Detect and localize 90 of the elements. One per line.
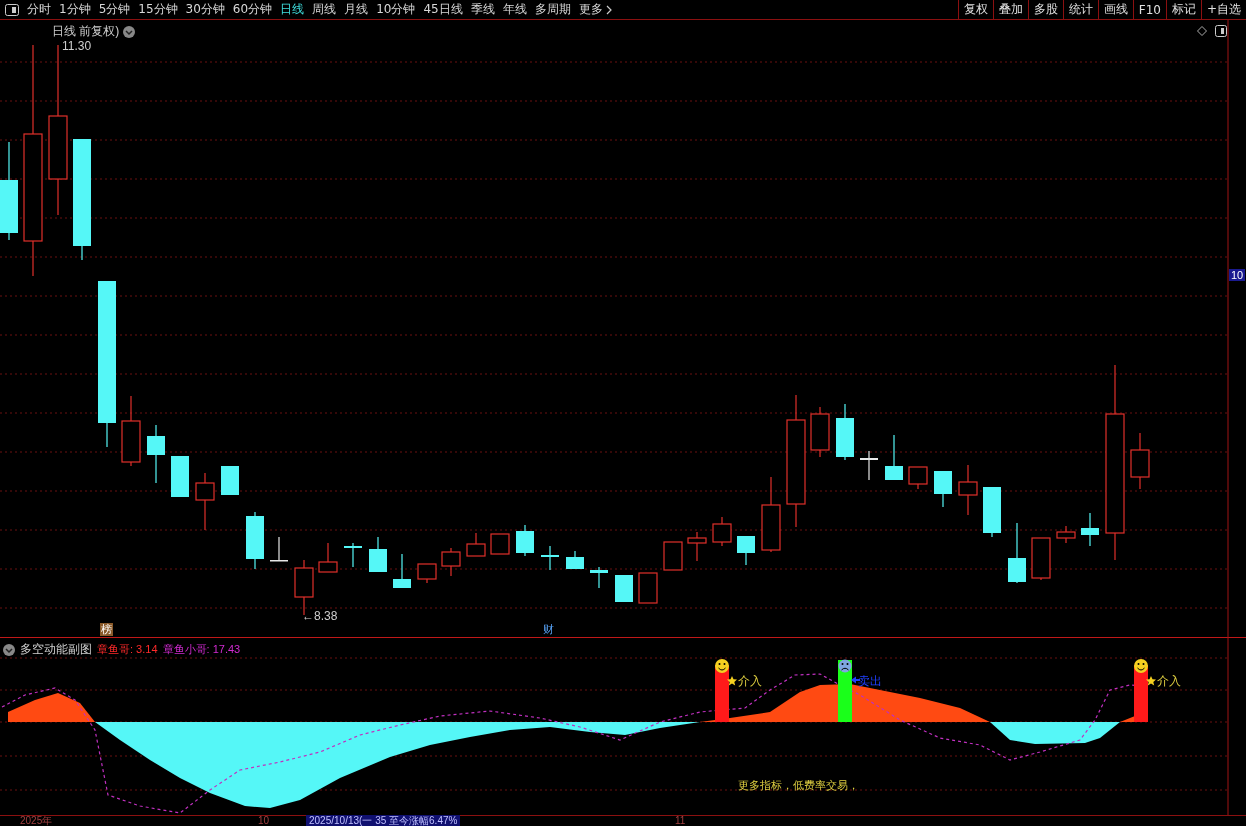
toolbar-button[interactable]: 叠加	[992, 0, 1028, 19]
candlestick	[983, 486, 1001, 538]
chevron-down-icon[interactable]	[123, 25, 136, 38]
time-axis-label: 11	[675, 815, 686, 826]
promo-note: 更多指标，低费率交易，	[738, 778, 859, 793]
period-tab[interactable]: 45日线	[419, 0, 467, 19]
indicator-value: 章鱼哥: 3.14	[97, 642, 158, 657]
candlestick	[885, 434, 903, 481]
time-axis-label: 2025年	[20, 815, 53, 826]
toolbar-button[interactable]: F10	[1132, 0, 1166, 19]
toolbar-button[interactable]: 标记	[1165, 0, 1201, 19]
candlestick	[860, 450, 878, 481]
candlestick	[516, 524, 534, 557]
period-tab[interactable]: 30分钟	[181, 0, 229, 19]
candlestick	[147, 424, 165, 484]
high-price-label: 11.30	[62, 39, 92, 53]
more-button[interactable]: 更多	[574, 0, 616, 19]
period-tab[interactable]: 15分钟	[134, 0, 182, 19]
candlestick	[687, 531, 707, 562]
chart-title: 日线 前复权)	[52, 23, 120, 40]
star-icon	[1146, 676, 1156, 686]
signal-label: 卖出	[858, 673, 882, 690]
signal-label: 介入	[1157, 673, 1181, 690]
time-axis-label: 10	[258, 815, 270, 826]
candlestick	[195, 472, 215, 531]
candlestick	[566, 550, 584, 570]
candlestick	[1056, 525, 1076, 544]
candlestick	[246, 511, 264, 570]
candlestick	[712, 516, 732, 547]
toolbar-button[interactable]: 统计	[1062, 0, 1098, 19]
signal-label: 介入	[738, 673, 762, 690]
candlestick	[1081, 512, 1099, 547]
panel-toggle-icon[interactable]	[1215, 25, 1227, 37]
chevron-right-icon	[605, 4, 612, 15]
arrow-icon	[851, 676, 860, 684]
candlestick	[344, 542, 362, 568]
period-tab[interactable]: 多周期	[530, 0, 575, 19]
period-tab[interactable]: 月线	[340, 0, 373, 19]
candlestick	[270, 536, 288, 562]
candlestick	[615, 574, 633, 603]
candlestick	[958, 464, 978, 516]
star-icon	[727, 676, 737, 686]
period-tab[interactable]: 季线	[466, 0, 499, 19]
candlestick	[1031, 537, 1051, 581]
candlestick	[221, 465, 239, 496]
period-tab[interactable]: 5分钟	[94, 0, 135, 19]
candlestick	[541, 545, 559, 571]
period-tab[interactable]: 10分钟	[372, 0, 420, 19]
candlestick	[590, 566, 608, 589]
candlestick	[1130, 432, 1150, 490]
candlestick	[441, 547, 461, 577]
candlestick	[1008, 522, 1026, 584]
low-price-label: ←8.38	[302, 609, 338, 623]
panel-toggle-icon[interactable]	[5, 3, 19, 16]
date-range-label: 2025/10/13(一 35 至今涨幅6.47%	[306, 815, 461, 826]
period-tab[interactable]: 1分钟	[55, 0, 95, 19]
smiley-icon	[715, 659, 729, 673]
smiley-icon	[1134, 659, 1148, 673]
period-tab[interactable]: 分时	[23, 0, 55, 19]
indicator-title: 多空动能副图	[20, 641, 92, 658]
toolbar-button[interactable]: 画线	[1097, 0, 1133, 19]
candlestick	[393, 553, 411, 589]
candlestick	[466, 532, 486, 557]
price-axis-label: 10	[1229, 269, 1246, 281]
candlestick	[369, 536, 387, 573]
candlestick	[836, 403, 854, 461]
toolbar-button[interactable]: 多股	[1027, 0, 1063, 19]
event-marker[interactable]: 财	[542, 623, 555, 636]
diamond-icon[interactable]	[1197, 26, 1207, 36]
candlestick	[908, 466, 928, 490]
candlestick	[663, 541, 683, 571]
period-tab[interactable]: 年线	[498, 0, 531, 19]
candlestick	[934, 470, 952, 508]
toolbar-button[interactable]: +自选	[1200, 0, 1246, 19]
period-tab[interactable]: 日线	[276, 0, 309, 19]
candlestick	[737, 535, 755, 566]
candlestick	[121, 395, 141, 467]
candlestick	[417, 563, 437, 584]
period-tab[interactable]: 60分钟	[228, 0, 277, 19]
candlestick	[171, 455, 189, 498]
candlestick	[638, 572, 658, 604]
period-tab[interactable]: 周线	[308, 0, 341, 19]
candlestick	[490, 533, 510, 555]
toolbar-button[interactable]: 复权	[957, 0, 993, 19]
candlestick	[318, 542, 338, 573]
sad-face-icon	[838, 659, 852, 673]
event-marker[interactable]: 榜	[100, 623, 113, 636]
indicator-value: 章鱼小哥: 17.43	[162, 642, 241, 657]
chevron-down-icon[interactable]	[3, 643, 15, 656]
candlestick	[810, 406, 830, 458]
